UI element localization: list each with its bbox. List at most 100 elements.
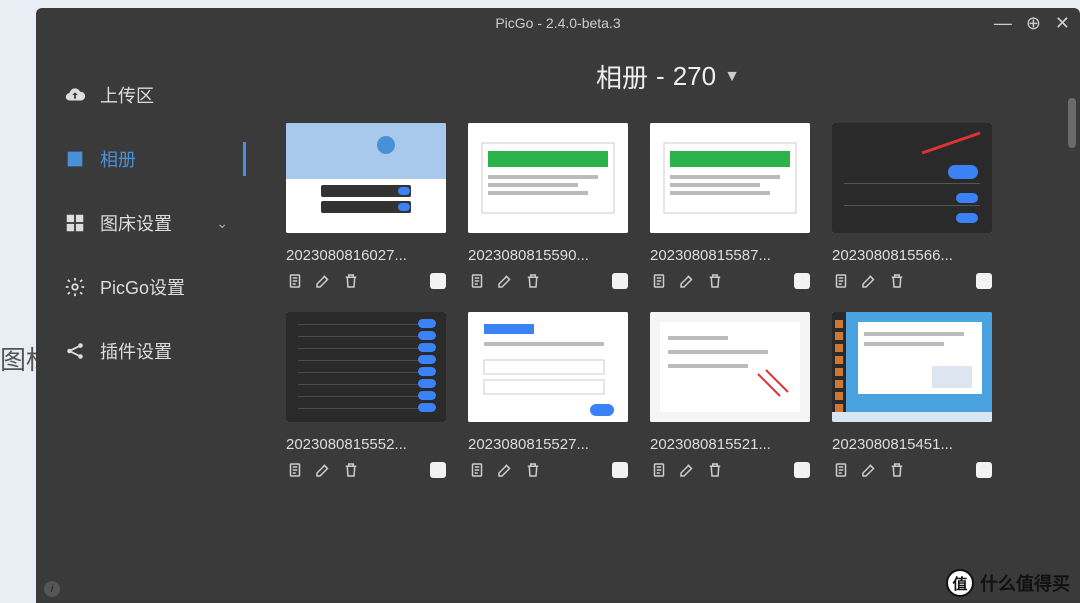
delete-icon[interactable] bbox=[706, 272, 724, 290]
thumbnail[interactable] bbox=[650, 123, 810, 233]
gallery-card: 2023080815521... bbox=[650, 312, 810, 479]
delete-icon[interactable] bbox=[342, 461, 360, 479]
sidebar-item-plugins[interactable]: 插件设置 bbox=[54, 324, 238, 378]
copy-icon[interactable] bbox=[650, 461, 668, 479]
gallery-card: 2023080815587... bbox=[650, 123, 810, 290]
sidebar-item-label: 图床设置 bbox=[100, 210, 172, 236]
thumbnail[interactable] bbox=[650, 312, 810, 422]
edit-icon[interactable] bbox=[860, 272, 878, 290]
cloud-upload-icon bbox=[64, 84, 86, 106]
sidebar-item-label: 上传区 bbox=[100, 82, 154, 108]
new-window-button[interactable]: ⊕ bbox=[1026, 14, 1041, 32]
filename-label: 2023080816027... bbox=[286, 247, 446, 264]
gallery-card: 2023080815527... bbox=[468, 312, 628, 479]
delete-icon[interactable] bbox=[524, 461, 542, 479]
sidebar-item-label: 相册 bbox=[100, 146, 136, 172]
copy-icon[interactable] bbox=[832, 272, 850, 290]
thumbnail[interactable] bbox=[832, 123, 992, 233]
filename-label: 2023080815552... bbox=[286, 436, 446, 453]
minimize-button[interactable]: — bbox=[994, 14, 1012, 32]
page-title-prefix: 相册 bbox=[596, 58, 648, 95]
gallery-card: 2023080815590... bbox=[468, 123, 628, 290]
select-checkbox[interactable] bbox=[430, 273, 446, 289]
info-icon[interactable]: i bbox=[44, 581, 60, 597]
select-checkbox[interactable] bbox=[976, 273, 992, 289]
copy-icon[interactable] bbox=[286, 461, 304, 479]
gallery-grid: 2023080816027... 2023080815590... 202308… bbox=[286, 123, 1050, 479]
copy-icon[interactable] bbox=[468, 272, 486, 290]
sidebar-item-image-beds[interactable]: 图床设置 ⌄ bbox=[54, 196, 238, 250]
copy-icon[interactable] bbox=[286, 272, 304, 290]
page-title-dropdown[interactable]: 相册 - 270 ▼ bbox=[286, 58, 1050, 95]
filename-label: 2023080815566... bbox=[832, 247, 992, 264]
sidebar-item-picgo-settings[interactable]: PicGo设置 bbox=[54, 260, 238, 314]
app-window: PicGo - 2.4.0-beta.3 — ⊕ ✕ 上传区 相册 bbox=[36, 8, 1080, 603]
delete-icon[interactable] bbox=[888, 272, 906, 290]
edit-icon[interactable] bbox=[860, 461, 878, 479]
album-count: 270 bbox=[673, 61, 716, 92]
titlebar[interactable]: PicGo - 2.4.0-beta.3 — ⊕ ✕ bbox=[36, 8, 1080, 38]
card-actions bbox=[832, 461, 992, 479]
delete-icon[interactable] bbox=[342, 272, 360, 290]
card-actions bbox=[650, 272, 810, 290]
edit-icon[interactable] bbox=[678, 272, 696, 290]
card-actions bbox=[286, 461, 446, 479]
select-checkbox[interactable] bbox=[430, 462, 446, 478]
thumbnail[interactable] bbox=[286, 123, 446, 233]
edit-icon[interactable] bbox=[678, 461, 696, 479]
thumbnail[interactable] bbox=[468, 312, 628, 422]
thumbnail[interactable] bbox=[468, 123, 628, 233]
gallery-card: 2023080816027... bbox=[286, 123, 446, 290]
card-actions bbox=[650, 461, 810, 479]
sidebar-item-album[interactable]: 相册 bbox=[54, 132, 238, 186]
image-icon bbox=[64, 148, 86, 170]
sidebar-item-upload[interactable]: 上传区 bbox=[54, 68, 238, 122]
close-button[interactable]: ✕ bbox=[1055, 14, 1070, 32]
select-checkbox[interactable] bbox=[612, 273, 628, 289]
select-checkbox[interactable] bbox=[794, 273, 810, 289]
main-content: 相册 - 270 ▼ 2023080816027... 202308081559… bbox=[256, 38, 1080, 603]
delete-icon[interactable] bbox=[524, 272, 542, 290]
window-title: PicGo - 2.4.0-beta.3 bbox=[495, 15, 620, 31]
copy-icon[interactable] bbox=[650, 272, 668, 290]
card-actions bbox=[286, 272, 446, 290]
gallery-card: 2023080815451... bbox=[832, 312, 992, 479]
filename-label: 2023080815527... bbox=[468, 436, 628, 453]
gear-icon bbox=[64, 276, 86, 298]
edit-icon[interactable] bbox=[314, 272, 332, 290]
gallery-card: 2023080815566... bbox=[832, 123, 992, 290]
select-checkbox[interactable] bbox=[976, 462, 992, 478]
edit-icon[interactable] bbox=[496, 461, 514, 479]
card-actions bbox=[468, 272, 628, 290]
edit-icon[interactable] bbox=[314, 461, 332, 479]
filename-label: 2023080815451... bbox=[832, 436, 992, 453]
thumbnail[interactable] bbox=[286, 312, 446, 422]
watermark-text: 什么值得买 bbox=[980, 570, 1070, 596]
sidebar-item-label: 插件设置 bbox=[100, 338, 172, 364]
card-actions bbox=[468, 461, 628, 479]
edit-icon[interactable] bbox=[496, 272, 514, 290]
delete-icon[interactable] bbox=[888, 461, 906, 479]
filename-label: 2023080815590... bbox=[468, 247, 628, 264]
card-actions bbox=[832, 272, 992, 290]
watermark: 值 什么值得买 bbox=[946, 569, 1070, 597]
window-controls: — ⊕ ✕ bbox=[994, 8, 1070, 38]
sidebar: 上传区 相册 图床设置 ⌄ PicGo设置 bbox=[36, 38, 256, 603]
select-checkbox[interactable] bbox=[612, 462, 628, 478]
scrollbar[interactable] bbox=[1068, 98, 1076, 593]
thumbnail[interactable] bbox=[832, 312, 992, 422]
scrollbar-thumb[interactable] bbox=[1068, 98, 1076, 148]
select-checkbox[interactable] bbox=[794, 462, 810, 478]
watermark-badge: 值 bbox=[946, 569, 974, 597]
copy-icon[interactable] bbox=[832, 461, 850, 479]
chevron-down-icon: ⌄ bbox=[216, 215, 228, 232]
delete-icon[interactable] bbox=[706, 461, 724, 479]
share-icon bbox=[64, 340, 86, 362]
copy-icon[interactable] bbox=[468, 461, 486, 479]
filename-label: 2023080815587... bbox=[650, 247, 810, 264]
filename-label: 2023080815521... bbox=[650, 436, 810, 453]
grid-icon bbox=[64, 212, 86, 234]
sidebar-item-label: PicGo设置 bbox=[100, 274, 185, 300]
chevron-down-icon: ▼ bbox=[724, 68, 740, 86]
gallery-card: 2023080815552... bbox=[286, 312, 446, 479]
